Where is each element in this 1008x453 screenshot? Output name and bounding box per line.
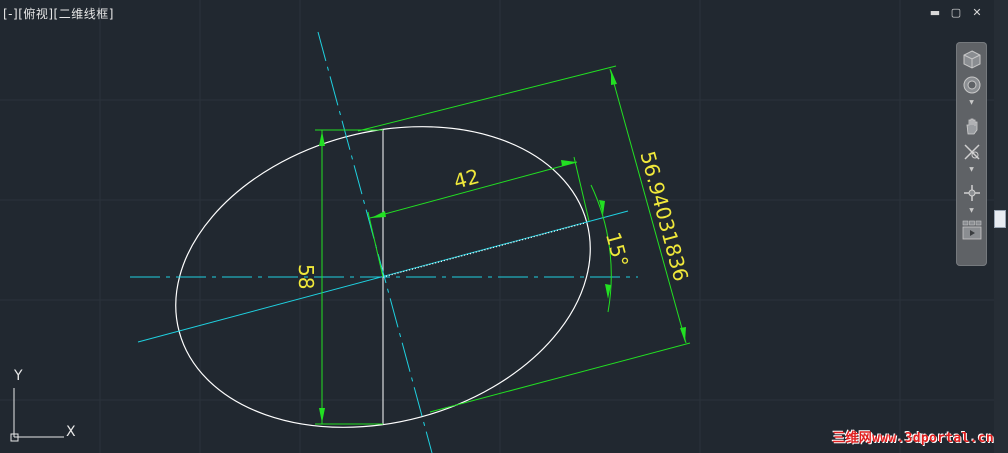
close-icon[interactable]: ✕ <box>970 6 984 19</box>
navigation-bar: ▼ ▼ ▼ <box>956 42 987 266</box>
ucs-icon <box>10 388 64 442</box>
chevron-down-icon[interactable]: ▼ <box>968 208 975 214</box>
viewport-window-controls: ▬ ▢ ✕ <box>928 6 984 19</box>
chevron-down-icon[interactable]: ▼ <box>968 100 975 106</box>
dim-15-text[interactable]: 15° <box>601 229 633 269</box>
minimize-icon[interactable]: ▬ <box>928 6 942 19</box>
chevron-down-icon[interactable]: ▼ <box>968 167 975 173</box>
ucs-y-label: Y <box>14 368 23 384</box>
dimension-arrows <box>319 70 686 423</box>
restore-icon[interactable]: ▢ <box>949 6 963 19</box>
dim-56-ext-bottom <box>429 342 691 413</box>
zoom-icon[interactable] <box>959 141 984 163</box>
pan-icon[interactable] <box>959 115 984 137</box>
ucs-x-label: X <box>66 424 76 440</box>
steering-wheel-icon[interactable] <box>959 74 984 96</box>
view-cube-icon[interactable] <box>959 48 984 70</box>
dim-58-text[interactable]: 58 <box>294 264 318 289</box>
viewport-controls-label[interactable]: [-][俯视][二维线框] <box>3 5 114 22</box>
centerlines <box>130 31 638 453</box>
dim-42-ext2 <box>573 156 590 222</box>
watermark: 三维网www.3dportal.cn <box>832 431 994 446</box>
dim-42-ext1 <box>367 211 384 278</box>
orbit-icon[interactable] <box>959 182 984 204</box>
scrollbar-thumb[interactable] <box>994 210 1006 228</box>
drawing-canvas[interactable]: 42 58 56.94031836 15° <box>0 0 994 453</box>
show-motion-icon[interactable] <box>959 219 984 241</box>
dim-56-ext-top <box>357 65 617 132</box>
